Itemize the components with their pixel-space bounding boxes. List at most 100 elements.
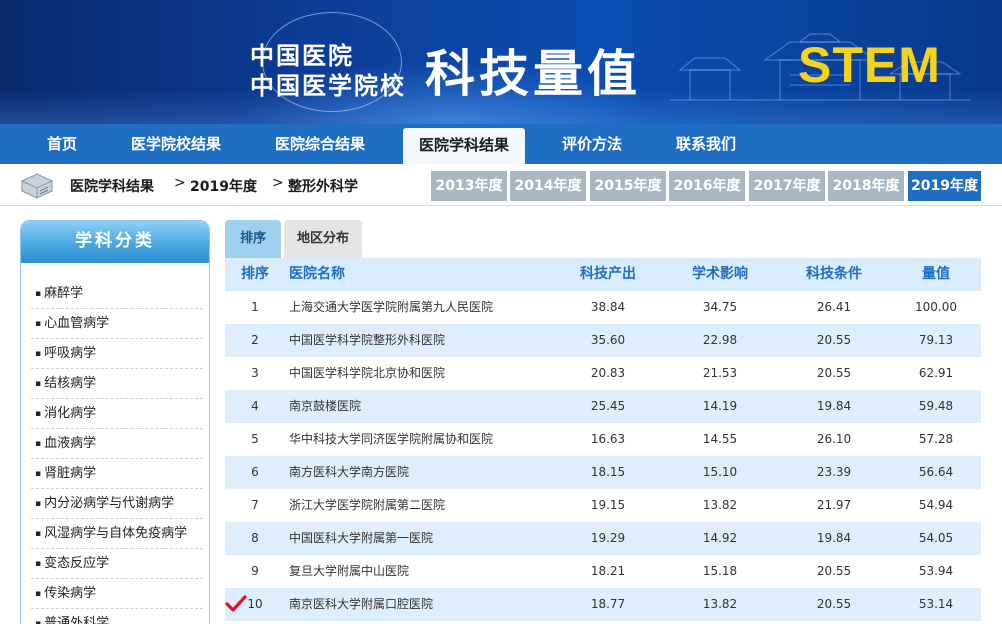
sidebar-item[interactable]: ▪ 呼吸病学: [31, 339, 203, 369]
sidebar-item[interactable]: ▪ 心血管病学: [31, 309, 203, 339]
bullet-icon: ▪: [35, 499, 42, 509]
cell-condition: 26.41: [816, 300, 852, 314]
sidebar-item[interactable]: ▪ 麻醉学: [31, 279, 203, 309]
sidebar-item[interactable]: ▪ 传染病学: [31, 579, 203, 609]
sidebar-item[interactable]: ▪ 消化病学: [31, 399, 203, 429]
table-row[interactable]: 6 南方医科大学南方医院 18.15 15.10 23.39 56.64: [225, 456, 981, 489]
year-button-2018[interactable]: 2018年度: [828, 171, 904, 201]
year-button-2014[interactable]: 2014年度: [510, 171, 586, 201]
cell-value: 54.94: [918, 498, 954, 512]
cell-hospital-name[interactable]: 南方医科大学南方医院: [289, 456, 569, 489]
sidebar-item[interactable]: ▪ 内分泌病学与代谢病学: [31, 489, 203, 519]
breadcrumb-level1[interactable]: 医院学科结果: [70, 176, 154, 196]
cell-hospital-name[interactable]: 上海交通大学医学院附属第九人民医院: [289, 291, 569, 324]
breadcrumb-level2[interactable]: 2019年度: [190, 176, 257, 196]
tab-region[interactable]: 地区分布: [284, 220, 362, 258]
table-row[interactable]: 4 南京鼓楼医院 25.45 14.19 19.84 59.48: [225, 390, 981, 423]
cell-value: 59.48: [918, 399, 954, 413]
cell-hospital-name[interactable]: 复旦大学附属中山医院: [289, 555, 569, 588]
cell-output: 19.29: [590, 531, 626, 545]
bullet-icon: ▪: [35, 529, 42, 539]
cell-rank: 1: [251, 300, 259, 314]
cell-impact: 14.55: [702, 432, 738, 446]
sidebar-item[interactable]: ▪ 风湿病学与自体免疫病学: [31, 519, 203, 549]
sidebar-item[interactable]: ▪ 普通外科学: [31, 609, 203, 624]
cell-output: 38.84: [590, 300, 626, 314]
header-value: 量值: [922, 266, 950, 282]
sidebar-item-label: 内分泌病学与代谢病学: [44, 496, 175, 511]
site-title: 科技量值: [425, 45, 641, 103]
cell-hospital-name[interactable]: 中国医学科学院北京协和医院: [289, 357, 569, 390]
bullet-icon: ▪: [35, 289, 42, 299]
header-name: 医院名称: [289, 266, 345, 282]
table-row[interactable]: 3 中国医学科学院北京协和医院 20.83 21.53 20.55 62.91: [225, 357, 981, 390]
cell-rank: 4: [251, 399, 259, 413]
table-row[interactable]: 10 南京医科大学附属口腔医院 18.77 13.82 20.55 53.14: [225, 588, 981, 621]
cell-impact: 13.82: [702, 498, 738, 512]
cell-impact: 14.19: [702, 399, 738, 413]
bullet-icon: ▪: [35, 349, 42, 359]
bullet-icon: ▪: [35, 469, 42, 479]
sidebar-item[interactable]: ▪ 变态反应学: [31, 549, 203, 579]
sidebar-item-label: 心血管病学: [44, 316, 110, 331]
sidebar-item-label: 麻醉学: [44, 286, 84, 301]
nav-hospital-results[interactable]: 医院综合结果: [256, 124, 384, 164]
year-button-2015[interactable]: 2015年度: [590, 171, 666, 201]
sidebar-item-label: 风湿病学与自体免疫病学: [44, 526, 188, 541]
cell-impact: 22.98: [702, 333, 738, 347]
year-button-2019[interactable]: 2019年度: [908, 171, 981, 201]
cell-condition: 20.55: [816, 366, 852, 380]
cell-output: 19.15: [590, 498, 626, 512]
sidebar-item[interactable]: ▪ 肾脏病学: [31, 459, 203, 489]
table-body: 1 上海交通大学医学院附属第九人民医院 38.84 34.75 26.41 100.00 2…: [225, 291, 981, 621]
nav-methods[interactable]: 评价方法: [544, 124, 640, 164]
cell-hospital-name[interactable]: 中国医科大学附属第一医院: [289, 522, 569, 555]
cell-rank: 5: [251, 432, 259, 446]
cell-rank: 2: [251, 333, 259, 347]
year-button-2016[interactable]: 2016年度: [669, 171, 745, 201]
nav-discipline-results[interactable]: 医院学科结果: [403, 128, 525, 164]
sidebar-item[interactable]: ▪ 血液病学: [31, 429, 203, 459]
cell-hospital-name[interactable]: 南京鼓楼医院: [289, 390, 569, 423]
bullet-icon: ▪: [35, 439, 42, 449]
year-button-2017[interactable]: 2017年度: [749, 171, 825, 201]
cell-hospital-name[interactable]: 华中科技大学同济医学院附属协和医院: [289, 423, 569, 456]
cell-condition: 19.84: [816, 399, 852, 413]
cell-value: 56.64: [918, 465, 954, 479]
table-row[interactable]: 1 上海交通大学医学院附属第九人民医院 38.84 34.75 26.41 100.00: [225, 291, 981, 324]
main-nav: 首页 医学院校结果 医院综合结果 医院学科结果 评价方法 联系我们: [0, 124, 1002, 164]
bullet-icon: ▪: [35, 619, 42, 624]
cell-value: 79.13: [918, 333, 954, 347]
bullet-icon: ▪: [35, 409, 42, 419]
cell-hospital-name[interactable]: 浙江大学医学院附属第二医院: [289, 489, 569, 522]
cell-rank: 9: [251, 564, 259, 578]
sidebar-item-label: 传染病学: [44, 586, 97, 601]
cell-hospital-name[interactable]: 中国医学科学院整形外科医院: [289, 324, 569, 357]
nav-contact[interactable]: 联系我们: [658, 124, 754, 164]
server-box-icon: [21, 173, 53, 199]
cell-output: 35.60: [590, 333, 626, 347]
cell-output: 16.63: [590, 432, 626, 446]
cell-rank: 3: [251, 366, 259, 380]
table-row[interactable]: 5 华中科技大学同济医学院附属协和医院 16.63 14.55 26.10 57.28: [225, 423, 981, 456]
bullet-icon: ▪: [35, 379, 42, 389]
discipline-list: ▪ 麻醉学 ▪ 心血管病学 ▪ 呼吸病学 ▪ 结核病学 ▪ 消化病学 ▪ 血液病学 ▪ 肾脏病学 ▪ 内分泌病…: [31, 279, 203, 624]
nav-school-results[interactable]: 医学院校结果: [112, 124, 240, 164]
cell-rank: 10: [247, 597, 263, 611]
header-impact: 学术影响: [692, 266, 748, 282]
table-row[interactable]: 8 中国医科大学附属第一医院 19.29 14.92 19.84 54.05: [225, 522, 981, 555]
nav-home[interactable]: 首页: [22, 124, 102, 164]
tab-rank[interactable]: 排序: [225, 220, 281, 258]
table-row[interactable]: 9 复旦大学附属中山医院 18.21 15.18 20.55 53.94: [225, 555, 981, 588]
discipline-sidebar: 学科分类 ▪ 麻醉学 ▪ 心血管病学 ▪ 呼吸病学 ▪ 结核病学 ▪ 消化病学 ▪ 血液病学 ▪ 肾脏病学…: [20, 220, 210, 624]
table-row[interactable]: 7 浙江大学医学院附属第二医院 19.15 13.82 21.97 54.94: [225, 489, 981, 522]
table-row[interactable]: 2 中国医学科学院整形外科医院 35.60 22.98 20.55 79.13: [225, 324, 981, 357]
header-rank: 排序: [241, 266, 269, 282]
breadcrumb: 医院学科结果 > 2019年度 > 整形外科学 2013年度 2014年度 20…: [0, 164, 1002, 206]
year-button-2013[interactable]: 2013年度: [431, 171, 507, 201]
cell-condition: 20.55: [816, 333, 852, 347]
sidebar-item-label: 消化病学: [44, 406, 97, 421]
cell-hospital-name[interactable]: 南京医科大学附属口腔医院: [289, 588, 569, 621]
sidebar-item[interactable]: ▪ 结核病学: [31, 369, 203, 399]
cell-value: 100.00: [915, 300, 957, 314]
